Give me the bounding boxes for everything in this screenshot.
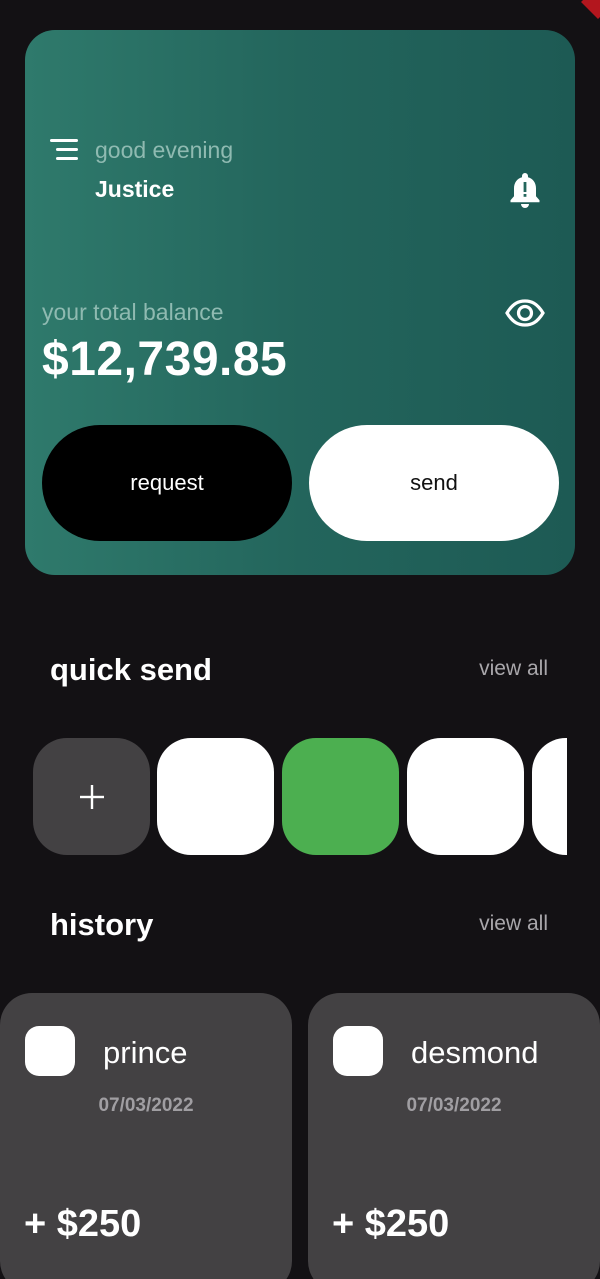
quick-send-contact[interactable] [532,738,567,855]
balance-label: your total balance [42,299,224,325]
eye-icon[interactable] [505,298,545,328]
bell-icon[interactable] [509,171,541,209]
quick-send-contact[interactable] [282,738,399,855]
quick-send-title: quick send [50,652,212,687]
history-amount: + $250 [332,1203,450,1245]
history-title: history [50,907,154,942]
quick-send-view-all-link[interactable]: view all [479,657,548,681]
menu-icon[interactable] [46,139,78,161]
quick-send-contact[interactable] [407,738,524,855]
avatar [333,1026,383,1076]
history-view-all-link[interactable]: view all [479,912,548,936]
history-card[interactable]: desmond 07/03/2022 + $250 [308,993,600,1279]
history-name: prince [103,1035,188,1070]
balance-card: good evening Justice your total balance … [25,30,575,575]
history-card[interactable]: prince 07/03/2022 + $250 [0,993,292,1279]
greeting-text: good evening [95,137,234,163]
history-date: 07/03/2022 [98,1095,194,1116]
app-screen: good evening Justice your total balance … [0,0,600,1279]
avatar [25,1026,75,1076]
request-button[interactable]: request [42,425,292,541]
add-contact-button[interactable] [33,738,150,855]
balance-amount: $12,739.85 [42,333,288,386]
send-button[interactable]: send [309,425,559,541]
user-name: Justice [95,176,175,202]
history-amount: + $250 [24,1203,142,1245]
history-date: 07/03/2022 [406,1095,502,1116]
quick-send-list [33,738,567,856]
debug-banner [581,0,600,19]
quick-send-contact[interactable] [157,738,274,855]
plus-icon [79,784,104,809]
history-name: desmond [411,1035,539,1070]
